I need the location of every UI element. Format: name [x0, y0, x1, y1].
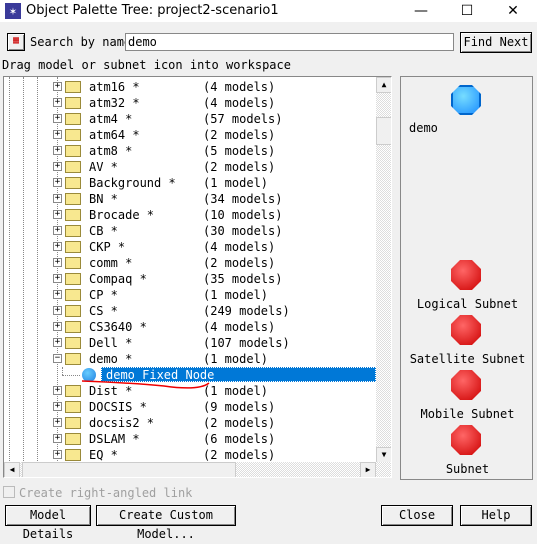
horizontal-scroll-thumb[interactable]: [22, 462, 236, 477]
title-bar: ✶ Object Palette Tree: project2-scenario…: [0, 0, 537, 22]
scroll-left-button[interactable]: ◀: [4, 462, 20, 477]
instruction-text: Drag model or subnet icon into workspace: [2, 58, 291, 72]
create-custom-model-button[interactable]: Create Custom Model...: [96, 505, 236, 541]
palette-item-label: Subnet: [445, 462, 490, 476]
palette-icon-panel: demo Logical Subnet Satellite Subnet Mob…: [400, 76, 533, 480]
red-annotation-stroke: [81, 380, 210, 389]
palette-item-label: Mobile Subnet: [420, 407, 515, 421]
help-button[interactable]: Help: [460, 505, 532, 526]
scroll-down-button[interactable]: ▼: [376, 447, 391, 463]
subnet-icon[interactable]: [451, 315, 481, 345]
fixed-node-icon[interactable]: [451, 85, 481, 115]
maximize-button[interactable]: ☐: [444, 0, 490, 22]
palette-item-label: Satellite Subnet: [409, 352, 526, 366]
palette-item-label: demo: [409, 121, 438, 135]
search-label: Search by name:: [30, 35, 139, 49]
search-input[interactable]: [125, 33, 454, 51]
subnet-icon[interactable]: [451, 260, 481, 290]
subnet-icon[interactable]: [451, 425, 481, 455]
right-angled-link-label: Create right-angled link: [19, 486, 193, 500]
model-details-button[interactable]: Model Details: [5, 505, 91, 541]
palette-item-label: Logical Subnet: [416, 297, 519, 311]
minimize-button[interactable]: —: [398, 0, 444, 22]
scroll-right-button[interactable]: ▶: [360, 462, 376, 477]
right-angled-link-checkbox[interactable]: [3, 486, 15, 498]
close-window-button[interactable]: ✕: [490, 0, 536, 22]
vertical-scroll-thumb[interactable]: [376, 117, 391, 145]
horizontal-scrollbar[interactable]: ◀ ▶: [4, 462, 391, 477]
vertical-scrollbar[interactable]: ▲ ▼: [376, 77, 391, 463]
find-next-button[interactable]: Find Next: [460, 32, 532, 53]
scroll-up-button[interactable]: ▲: [376, 77, 391, 93]
app-icon: ✶: [5, 3, 21, 19]
close-button[interactable]: Close: [381, 505, 453, 526]
window-title: Object Palette Tree: project2-scenario1: [26, 3, 279, 18]
model-tree[interactable]: + atm16 * (4 models) + atm32 * (4 models)…: [3, 76, 392, 478]
subnet-icon[interactable]: [451, 370, 481, 400]
palette-view-icon[interactable]: ▦: [7, 33, 25, 51]
